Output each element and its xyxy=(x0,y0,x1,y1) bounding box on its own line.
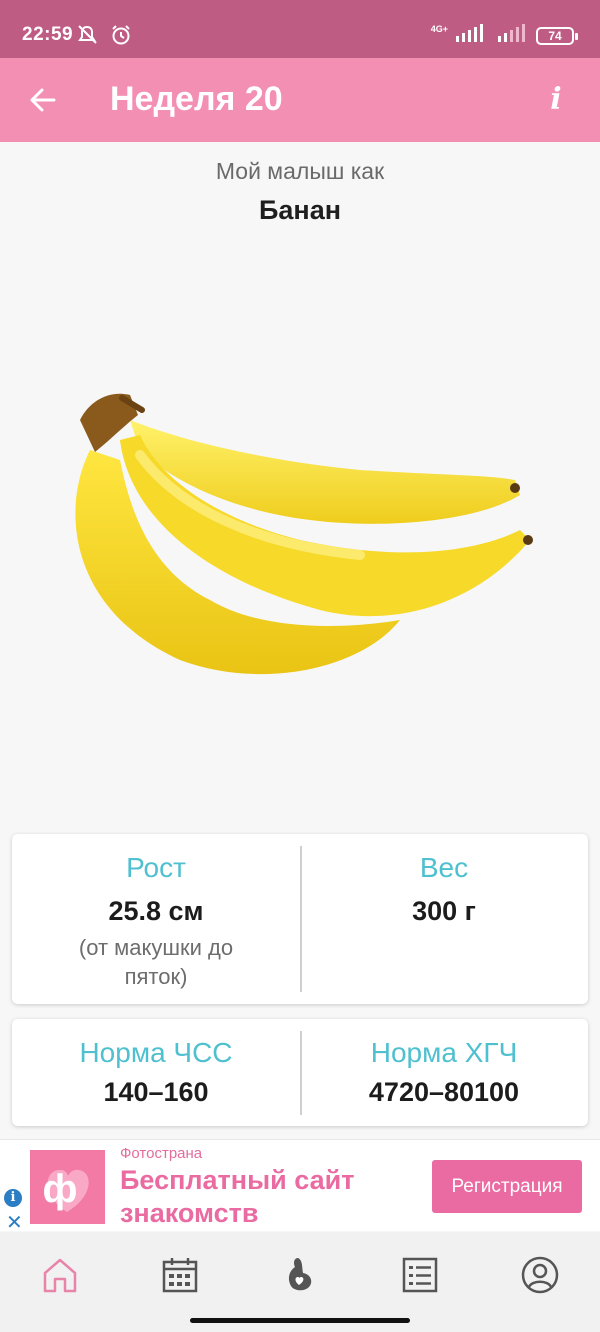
ad-logo-letter: ф xyxy=(43,1167,78,1211)
nav-pregnancy[interactable] xyxy=(275,1250,325,1300)
height-stat: Рост 25.8 см (от макушки до пяток) xyxy=(12,834,300,991)
heart-rate-label: Норма ЧСС xyxy=(79,1037,233,1068)
comparison-subtitle: Мой малыш как xyxy=(215,158,385,184)
back-button[interactable] xyxy=(24,80,64,120)
norms-card: Норма ЧСС 140–160 Норма ХГЧ 4720–80100 xyxy=(12,1019,588,1126)
banana-image xyxy=(60,380,540,700)
app-bar: Неделя 20 i xyxy=(0,58,600,142)
calendar-icon xyxy=(162,1258,198,1293)
signal-icon xyxy=(456,24,490,47)
home-indicator[interactable] xyxy=(190,1318,410,1323)
nav-checklist[interactable] xyxy=(395,1250,445,1300)
checklist-icon xyxy=(402,1257,438,1293)
nav-home[interactable] xyxy=(35,1250,85,1300)
height-value: 25.8 см xyxy=(108,896,204,926)
height-label: Рост xyxy=(126,852,186,883)
height-note: (от макушки до пяток) xyxy=(78,935,234,989)
size-card: Рост 25.8 см (от макушки до пяток) Вес 3… xyxy=(12,834,588,1004)
info-button[interactable]: i xyxy=(536,80,576,120)
network-type-label: 4G+ xyxy=(430,24,448,34)
hcg-value: 4720–80100 xyxy=(368,1077,520,1107)
pregnancy-icon xyxy=(288,1258,312,1291)
home-icon xyxy=(43,1258,77,1293)
ad-banner[interactable]: i ✕ ф Фотострана Бесплатный сайт знакомс… xyxy=(0,1139,600,1234)
ad-headline[interactable]: Бесплатный сайт знакомств xyxy=(120,1164,410,1230)
nav-profile[interactable] xyxy=(515,1250,565,1300)
weight-stat: Вес 300 г xyxy=(300,834,588,927)
fruit-name: Банан xyxy=(258,195,342,225)
hcg-label: Норма ХГЧ xyxy=(370,1037,518,1068)
ad-source: Фотострана xyxy=(120,1145,203,1162)
heart-rate-stat: Норма ЧСС 140–160 xyxy=(12,1019,300,1108)
signal-icon-2 xyxy=(498,24,528,47)
page-title: Неделя 20 xyxy=(110,80,283,118)
battery-icon: 74 xyxy=(536,26,578,45)
alarm-icon xyxy=(110,24,132,51)
mute-icon xyxy=(76,24,100,51)
heart-rate-value: 140–160 xyxy=(103,1077,209,1107)
nav-calendar[interactable] xyxy=(155,1250,205,1300)
register-button[interactable]: Регистрация xyxy=(432,1160,582,1213)
weight-value: 300 г xyxy=(412,896,476,926)
status-bar: 22:59 4G+ 74 xyxy=(0,0,600,58)
profile-icon xyxy=(521,1256,559,1294)
ad-logo: ф xyxy=(30,1150,105,1224)
status-time: 22:59 xyxy=(22,24,74,45)
info-icon: i xyxy=(550,82,562,117)
arrow-left-icon xyxy=(30,88,56,112)
hcg-stat: Норма ХГЧ 4720–80100 xyxy=(300,1019,588,1108)
ad-info-icon[interactable]: i xyxy=(4,1189,22,1207)
weight-label: Вес xyxy=(419,852,469,883)
bottom-nav xyxy=(0,1232,600,1332)
